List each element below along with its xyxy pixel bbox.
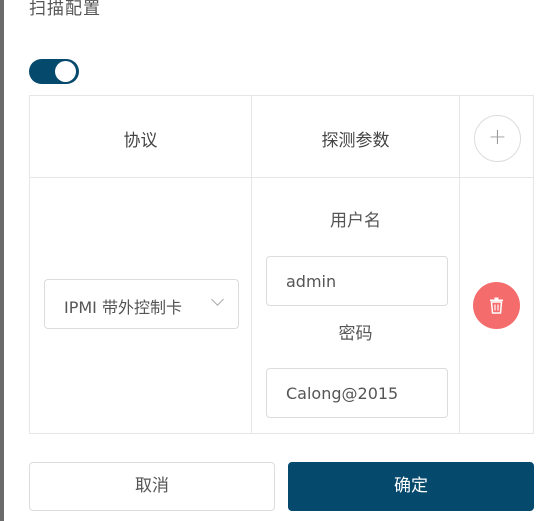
params-cell: 用户名 密码 [252,178,460,434]
username-label: 用户名 [330,211,381,231]
add-row-button[interactable]: + [474,115,521,162]
actions-cell [460,178,534,434]
username-input[interactable] [266,256,448,306]
header-actions-cell: + [460,96,534,178]
cancel-button[interactable]: 取消 [29,462,275,511]
header-protocol-cell: 协议 [30,96,252,178]
section-title: 扫描配置 [29,0,101,19]
chevron-down-icon [211,293,224,306]
protocol-select-value: IPMI 带外控制卡 [64,298,182,317]
probe-config-table: 协议 探测参数 + IPMI 带外控制卡 用户名 密码 [29,95,534,434]
toggle-knob [55,61,76,82]
plus-icon: + [488,125,507,150]
delete-row-button[interactable] [473,282,520,329]
password-label: 密码 [338,324,373,344]
header-protocol: 协议 [123,131,158,151]
password-input[interactable] [266,368,448,418]
header-params: 探测参数 [321,131,390,151]
left-edge-bar [0,0,4,521]
header-params-cell: 探测参数 [252,96,460,178]
protocol-select[interactable]: IPMI 带外控制卡 [44,279,239,329]
scan-config-toggle[interactable] [29,59,79,84]
protocol-cell: IPMI 带外控制卡 [30,178,252,434]
trash-icon [490,297,503,314]
confirm-button[interactable]: 确定 [288,462,534,511]
